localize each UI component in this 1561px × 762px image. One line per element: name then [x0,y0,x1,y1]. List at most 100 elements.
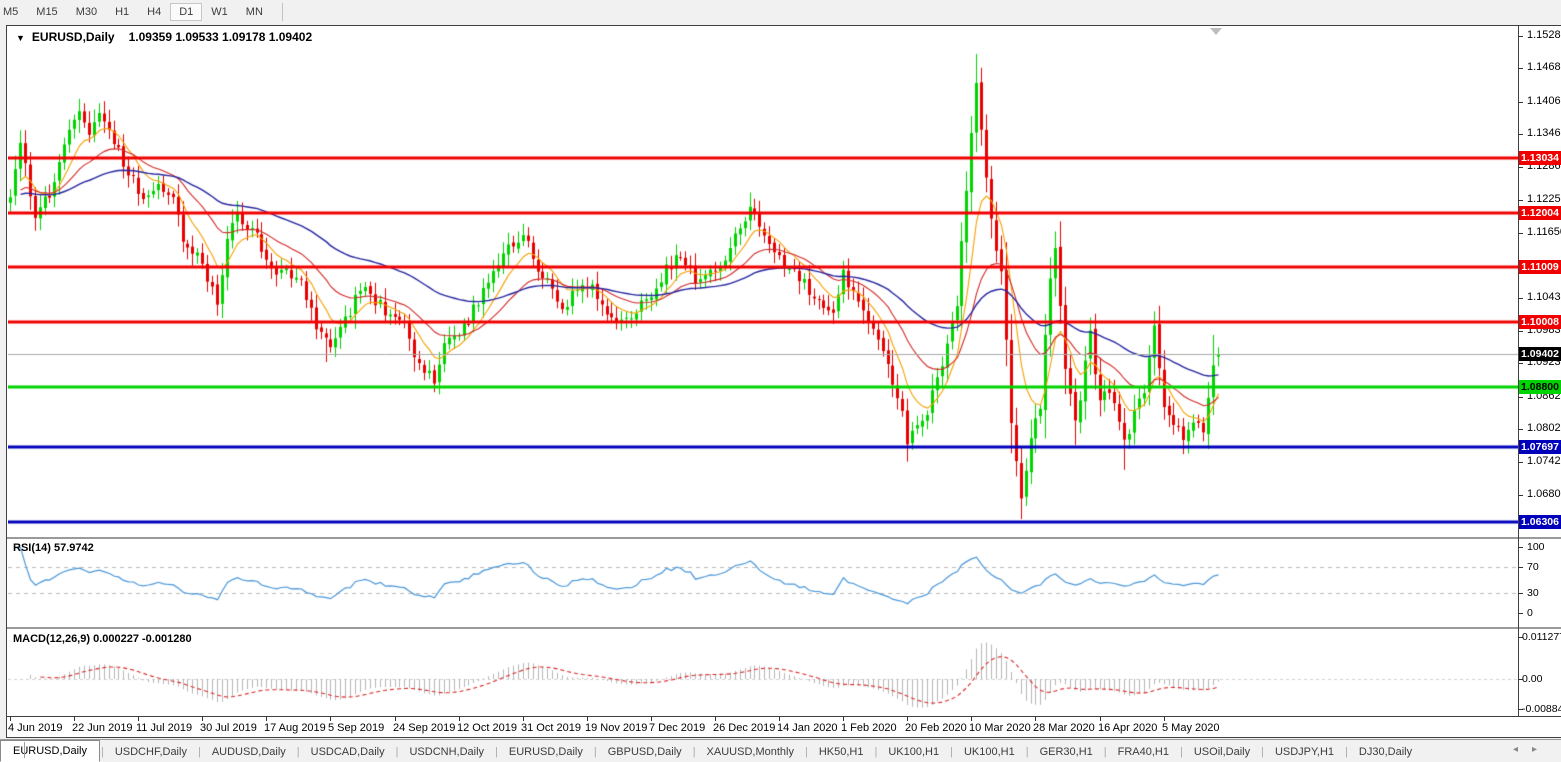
tabs-scroll-arrows: ◂▸ [1513,744,1551,755]
timeframe-toolbar: M5M15M30H1H4D1W1MN [0,0,1561,24]
price-tick-mark [1518,134,1523,135]
tab-fra40-h1-12[interactable]: FRA40,H1 [1108,743,1179,761]
price-tick-mark [1518,233,1523,234]
timeframe-button-m30[interactable]: M30 [67,3,106,21]
tabs-scroll-left-icon[interactable]: ◂ [1513,744,1532,755]
price-tick-mark [1518,331,1523,332]
rsi-tick-label: 0 [1527,607,1533,619]
time-tick-mark [74,717,75,721]
price-tick-mark [1518,68,1523,69]
tab-uk100-h1-9[interactable]: UK100,H1 [878,743,949,761]
time-label: 30 Jul 2019 [200,722,257,734]
timeframe-button-m15[interactable]: M15 [27,3,66,21]
time-label: 5 Sep 2019 [328,722,384,734]
macd-timeaxis-divider [7,716,1561,717]
price-tick-mark [1518,363,1523,364]
rsi-canvas[interactable] [8,539,1518,626]
time-tick-mark [843,717,844,721]
time-tick-mark [587,717,588,721]
timeframe-button-mn[interactable]: MN [237,3,272,21]
tab-eurusd-daily-5[interactable]: EURUSD,Daily [499,743,593,761]
timeframe-button-w1[interactable]: W1 [202,3,237,21]
time-label: 28 Mar 2020 [1033,722,1095,734]
time-tick-mark [395,717,396,721]
macd-tick-label: 0.00 [1522,673,1542,685]
main-chart-canvas[interactable] [8,25,1518,536]
price-tick-label: 1.14680 [1527,61,1561,73]
time-label: 31 Oct 2019 [521,722,581,734]
price-tick-mark [1518,167,1523,168]
time-tick-mark [459,717,460,721]
tab-eurusd-daily-0[interactable]: EURUSD,Daily [0,740,100,762]
time-label: 24 Sep 2019 [393,722,455,734]
time-label: 1 Feb 2020 [841,722,897,734]
timeframe-button-h1[interactable]: H1 [106,3,138,21]
price-level-badge: 1.06306 [1519,515,1561,529]
price-tick-mark [1518,298,1523,299]
tab-audusd-daily-2[interactable]: AUDUSD,Daily [202,743,296,761]
price-tick-mark [1518,102,1523,103]
rsi-indicator-label: RSI(14) 57.9742 [13,542,94,554]
time-label: 7 Dec 2019 [649,722,705,734]
chart-shift-marker[interactable] [1210,28,1222,35]
price-tick-mark [1518,36,1523,37]
tab-gbpusd-daily-6[interactable]: GBPUSD,Daily [598,743,692,761]
price-tick-mark [1518,429,1523,430]
price-tick-mark [1518,462,1523,463]
time-tick-mark [1164,717,1165,721]
chart-ohlc-values: 1.09359 1.09533 1.09178 1.09402 [129,30,313,44]
tab-usdcnh-daily-4[interactable]: USDCNH,Daily [399,743,494,761]
price-level-badge: 1.08800 [1519,380,1561,394]
timeframe-button-m5[interactable]: M5 [0,3,27,21]
rsi-tick-mark [1518,547,1523,548]
tabbar-grip [24,742,25,758]
price-tick-label: 1.13465 [1527,127,1561,139]
price-tick-mark [1518,397,1523,398]
chart-symbol-label: EURUSD,Daily [32,30,115,44]
price-tick-label: 1.15280 [1527,29,1561,41]
timeframe-button-d1[interactable]: D1 [170,3,202,21]
main-rsi-splitter[interactable] [7,537,1561,539]
tab-usdcad-daily-3[interactable]: USDCAD,Daily [301,743,395,761]
tab-dj30-daily-15[interactable]: DJ30,Daily [1349,743,1422,761]
price-tick-mark [1518,495,1523,496]
rsi-tick-label: 70 [1527,561,1539,573]
time-label: 12 Oct 2019 [457,722,517,734]
macd-indicator-label: MACD(12,26,9) 0.000227 -0.001280 [13,633,192,645]
time-tick-mark [330,717,331,721]
rsi-tick-label: 30 [1527,587,1539,599]
price-tick-label: 1.08020 [1527,422,1561,434]
tab-xauusd-monthly-7[interactable]: XAUUSD,Monthly [697,743,804,761]
time-tick-mark [715,717,716,721]
tab-usdchf-daily-1[interactable]: USDCHF,Daily [105,743,197,761]
time-tick-mark [971,717,972,721]
price-level-badge: 1.11009 [1519,260,1561,274]
time-label: 16 Apr 2020 [1098,722,1157,734]
price-level-badge: 1.12004 [1519,206,1561,220]
time-tick-mark [523,717,524,721]
application-window: M5M15M30H1H4D1W1MN ▼ EURUSD,Daily 1.09359 … [0,0,1561,762]
rsi-macd-splitter[interactable] [7,627,1561,629]
time-tick-mark [202,717,203,721]
chart-dropdown-icon[interactable]: ▼ [16,33,25,43]
tab-ger30-h1-11[interactable]: GER30,H1 [1030,743,1103,761]
tab-uk100-h1-10[interactable]: UK100,H1 [954,743,1025,761]
time-tick-mark [779,717,780,721]
time-label: 11 Jul 2019 [136,722,192,734]
rsi-tick-mark [1518,613,1523,614]
tab-hk50-h1-8[interactable]: HK50,H1 [809,743,874,761]
time-label: 4 Jun 2019 [8,722,62,734]
time-tick-mark [651,717,652,721]
time-tick-mark [1035,717,1036,721]
price-tick-label: 1.10435 [1527,291,1561,303]
macd-canvas[interactable] [8,630,1518,716]
price-level-badge: 1.13034 [1519,151,1561,165]
time-tick-mark [138,717,139,721]
timeframe-button-h4[interactable]: H4 [138,3,170,21]
time-tick-mark [266,717,267,721]
tab-usdjpy-h1-14[interactable]: USDJPY,H1 [1265,743,1344,761]
tab-usoil-daily-13[interactable]: USOil,Daily [1184,743,1260,761]
tabs-scroll-right-icon[interactable]: ▸ [1532,744,1551,755]
time-label: 26 Dec 2019 [713,722,775,734]
time-label: 19 Nov 2019 [585,722,647,734]
